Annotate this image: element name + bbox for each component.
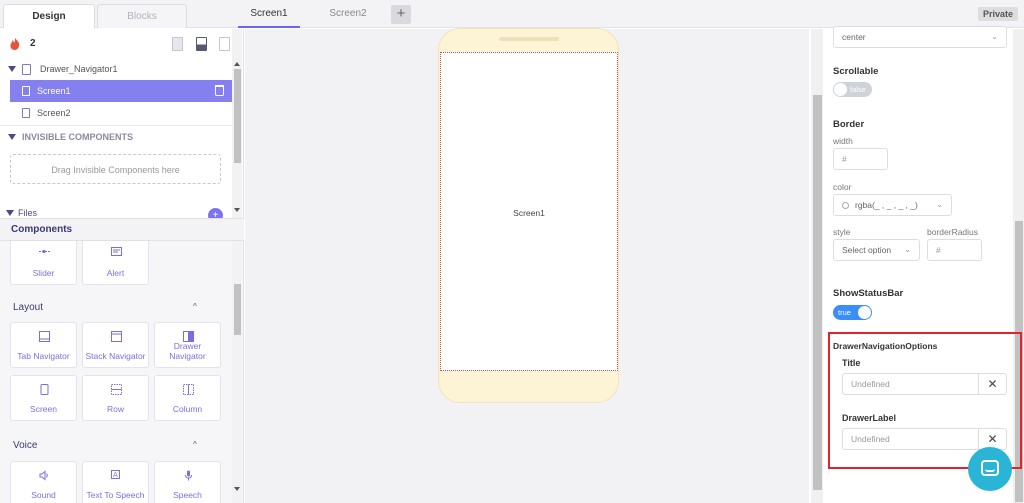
screen-icon <box>22 108 30 118</box>
invisible-components-header[interactable]: INVISIBLE COMPONENTS <box>0 125 232 147</box>
screen-icon <box>40 384 49 395</box>
chat-icon <box>981 460 999 476</box>
component-card-stack-navigator[interactable]: Stack Navigator <box>82 322 149 368</box>
project-count: 2 <box>30 38 36 49</box>
components-header: Components <box>0 218 244 241</box>
project-row: 2 <box>0 29 232 58</box>
component-card-slider[interactable]: Slider <box>10 241 77 285</box>
chat-smile-icon <box>985 469 995 472</box>
design-canvas[interactable]: Screen1 <box>245 28 809 503</box>
border-radius-label: borderRadius <box>927 227 979 237</box>
expand-caret-icon[interactable] <box>8 66 16 72</box>
scrollable-label: Scrollable <box>833 66 879 77</box>
border-width-input[interactable]: # <box>833 148 888 170</box>
align-select[interactable]: center ⌄ <box>833 26 1007 48</box>
speaker-icon <box>39 470 48 481</box>
show-status-bar-label: ShowStatusBar <box>833 288 904 299</box>
microphone-icon <box>185 470 192 481</box>
top-bar: Design Blocks Screen1 Screen2 + Private <box>0 0 1024 28</box>
svg-text:A: A <box>113 471 118 479</box>
tree-item-label: Screen1 <box>37 86 71 96</box>
blocks-tab[interactable]: Blocks <box>97 4 187 28</box>
view-small-phone-icon[interactable] <box>219 37 230 51</box>
phone-screen-screen1[interactable]: Screen1 <box>440 52 618 371</box>
view-phone-icon[interactable] <box>196 37 207 51</box>
slider-icon <box>39 249 50 254</box>
chevron-up-icon[interactable]: ^ <box>193 302 197 311</box>
component-card-row[interactable]: Row <box>82 375 149 421</box>
border-style-label: style <box>833 227 851 237</box>
phone-speaker <box>499 37 559 41</box>
invisible-components-dropzone[interactable]: Drag Invisible Components here <box>10 154 221 184</box>
color-swatch-icon <box>842 202 849 209</box>
component-card-alert[interactable]: Alert <box>82 241 149 285</box>
privacy-badge[interactable]: Private <box>977 7 1018 21</box>
chat-support-button[interactable] <box>968 447 1012 491</box>
scrollbar-thumb[interactable] <box>234 284 241 335</box>
navigator-icon <box>22 64 31 75</box>
palette-scrollbar[interactable] <box>232 241 242 503</box>
component-tree-panel: 2 Drawer_Navigator1 Screen1 Screen2 INVI… <box>0 29 244 223</box>
tree-item-label: Drawer_Navigator1 <box>40 64 118 74</box>
border-color-label: color <box>833 182 852 192</box>
column-icon <box>183 384 194 395</box>
trash-icon[interactable] <box>215 85 224 96</box>
screen-tab-screen1[interactable]: Screen1 <box>238 0 300 28</box>
border-color-select[interactable]: rgba(_ , _ , _ , _) ⌄ <box>833 194 952 216</box>
tree-item-screen2[interactable]: Screen2 <box>0 102 232 124</box>
files-label: Files <box>18 208 38 218</box>
voice-category-header[interactable]: Voice <box>13 440 37 451</box>
toggle-knob <box>834 83 847 96</box>
components-palette: Components Slider Alert Layout ^ Tab Nav… <box>0 218 244 503</box>
show-status-bar-toggle[interactable]: true <box>833 305 872 320</box>
component-card-tab-navigator[interactable]: Tab Navigator <box>10 322 77 368</box>
border-width-label: width <box>833 136 853 146</box>
tree-item-screen1[interactable]: Screen1 <box>10 80 232 102</box>
add-screen-button[interactable]: + <box>391 5 411 24</box>
scroll-down-icon[interactable] <box>234 208 240 212</box>
flame-icon <box>10 38 20 50</box>
chevron-down-icon: ⌄ <box>904 245 911 254</box>
screen-name-label: Screen1 <box>513 208 545 218</box>
scrollbar-thumb[interactable] <box>813 95 822 490</box>
border-label: Border <box>833 119 865 130</box>
files-header[interactable]: Files + <box>0 205 232 223</box>
component-card-sound[interactable]: Sound <box>10 461 77 503</box>
component-card-drawer-navigator[interactable]: Drawer Navigator <box>154 322 221 368</box>
border-radius-input[interactable]: # <box>927 239 982 261</box>
component-card-screen[interactable]: Screen <box>10 375 77 421</box>
row-icon <box>111 384 122 395</box>
screen-tab-screen2[interactable]: Screen2 <box>318 0 378 28</box>
tree-item-drawer-navigator[interactable]: Drawer_Navigator1 <box>0 58 232 80</box>
screen-icon <box>22 86 30 96</box>
component-card-column[interactable]: Column <box>154 375 221 421</box>
scrollbar-thumb[interactable] <box>234 69 241 163</box>
scroll-down-icon[interactable] <box>234 487 240 491</box>
chevron-down-icon: ⌄ <box>991 32 998 41</box>
scrollable-toggle[interactable]: false <box>833 82 872 97</box>
chevron-down-icon: ⌄ <box>936 200 943 209</box>
collapse-caret-icon[interactable] <box>8 134 16 140</box>
design-tab[interactable]: Design <box>3 4 95 28</box>
scroll-up-icon[interactable] <box>234 62 240 66</box>
border-style-select[interactable]: Select option ⌄ <box>833 239 920 261</box>
tab-navigator-icon <box>39 331 50 342</box>
component-card-text-to-speech[interactable]: A Text To Speech <box>82 461 149 503</box>
alert-icon <box>111 247 122 256</box>
toggle-knob <box>858 306 871 319</box>
component-card-speech[interactable]: Speech <box>154 461 221 503</box>
phone-frame: Screen1 <box>438 28 619 403</box>
expand-caret-icon[interactable] <box>6 210 14 216</box>
tree-scrollbar[interactable] <box>232 29 242 219</box>
chevron-up-icon[interactable]: ^ <box>193 440 197 449</box>
layout-category-header[interactable]: Layout <box>13 302 43 313</box>
view-tablet-icon[interactable] <box>172 37 183 51</box>
stack-navigator-icon <box>111 331 122 342</box>
text-to-speech-icon: A <box>111 470 120 479</box>
canvas-scrollbar[interactable] <box>811 29 823 503</box>
tree-item-label: Screen2 <box>37 108 71 118</box>
